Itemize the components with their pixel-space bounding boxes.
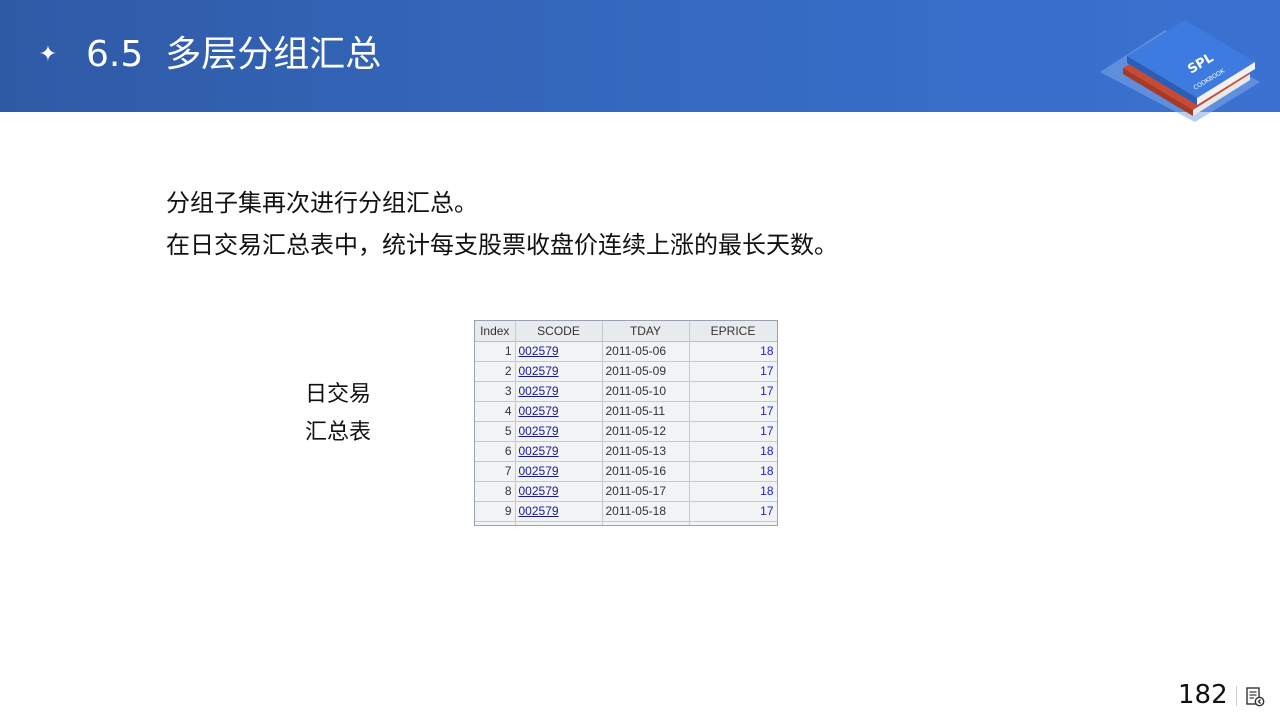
eprice-cell: 17 xyxy=(689,521,777,525)
scode-cell[interactable]: 002579 xyxy=(515,401,603,422)
row-index: 6 xyxy=(475,441,516,462)
tday-cell: 2011-05-16 xyxy=(602,461,690,482)
tday-cell: 2011-05-10 xyxy=(602,381,690,402)
section-number: 6.5 xyxy=(86,34,144,75)
scode-link[interactable]: 002579 xyxy=(519,484,559,498)
table-body: 1 002579 2011-05-06 18 2 002579 2011-05-09 17 3 0… xyxy=(475,341,777,525)
scode-cell[interactable]: 002579 xyxy=(515,361,603,382)
scode-cell[interactable]: 002579 xyxy=(515,501,603,522)
table-row[interactable]: 1 002579 2011-05-06 18 xyxy=(475,341,777,362)
eprice-cell: 17 xyxy=(689,421,777,442)
row-index: 5 xyxy=(475,421,516,442)
tday-cell: 2011-05-19 xyxy=(602,521,690,525)
eprice-cell: 18 xyxy=(689,481,777,502)
tday-cell: 2011-05-12 xyxy=(602,421,690,442)
scode-link[interactable]: 002579 xyxy=(519,364,559,378)
eprice-cell: 17 xyxy=(689,361,777,382)
table-row[interactable]: 10002579 2011-05-1917 xyxy=(475,521,777,525)
side-label-line-1: 日交易 xyxy=(305,382,372,407)
scode-link[interactable]: 002579 xyxy=(519,444,559,458)
eprice-cell: 18 xyxy=(689,341,777,362)
daily-trade-summary-table: Index SCODE TDAY EPRICE 1 002579 2011-05-0… xyxy=(474,320,778,526)
table-row[interactable]: 5 002579 2011-05-12 17 xyxy=(475,421,777,442)
footer-divider xyxy=(1236,686,1237,706)
column-header-eprice: EPRICE xyxy=(689,321,777,342)
side-label-line-2: 汇总表 xyxy=(305,420,372,445)
document-icon[interactable] xyxy=(1244,686,1266,708)
tday-cell: 2011-05-11 xyxy=(602,401,690,422)
page-title: 6.5 多层分组汇总 xyxy=(86,28,381,82)
scode-link[interactable]: 002579 xyxy=(519,464,559,478)
tday-cell: 2011-05-13 xyxy=(602,441,690,462)
scode-cell[interactable]: 002579 xyxy=(515,441,603,462)
table-header-row: Index SCODE TDAY EPRICE xyxy=(475,321,777,342)
scode-link[interactable]: 002579 xyxy=(519,504,559,518)
row-index: 7 xyxy=(475,461,516,482)
scode-link[interactable]: 002579 xyxy=(519,344,559,358)
page-number: 182 xyxy=(1178,680,1228,710)
scode-cell[interactable]: 002579 xyxy=(515,461,603,482)
tday-cell: 2011-05-06 xyxy=(602,341,690,362)
row-index: 4 xyxy=(475,401,516,422)
data-table: Index SCODE TDAY EPRICE 1 002579 2011-05-0… xyxy=(475,321,777,525)
table-row[interactable]: 9 002579 2011-05-18 17 xyxy=(475,501,777,522)
scode-link[interactable]: 002579 xyxy=(519,404,559,418)
row-index: 9 xyxy=(475,501,516,522)
star-icon: ✦ xyxy=(38,42,58,67)
table-row[interactable]: 6 002579 2011-05-13 18 xyxy=(475,441,777,462)
eprice-cell: 17 xyxy=(689,401,777,422)
scode-link[interactable]: 002579 xyxy=(519,424,559,438)
eprice-cell: 18 xyxy=(689,461,777,482)
row-index: 8 xyxy=(475,481,516,502)
scode-link[interactable]: 002579 xyxy=(519,524,559,525)
description: 分组子集再次进行分组汇总。 在日交易汇总表中，统计每支股票收盘价连续上涨的最长天… xyxy=(166,182,1066,266)
eprice-cell: 17 xyxy=(689,381,777,402)
eprice-cell: 18 xyxy=(689,441,777,462)
description-line-1: 分组子集再次进行分组汇总。 xyxy=(166,189,478,217)
table-row[interactable]: 4 002579 2011-05-11 17 xyxy=(475,401,777,422)
tday-cell: 2011-05-17 xyxy=(602,481,690,502)
row-index: 2 xyxy=(475,361,516,382)
eprice-cell: 17 xyxy=(689,501,777,522)
table-row[interactable]: 7 002579 2011-05-16 18 xyxy=(475,461,777,482)
spl-cookbook-logo-icon: SPL COOKBOOK xyxy=(1100,20,1260,122)
column-header-tday: TDAY xyxy=(602,321,690,342)
tday-cell: 2011-05-18 xyxy=(602,501,690,522)
table-row[interactable]: 3 002579 2011-05-10 17 xyxy=(475,381,777,402)
column-header-scode: SCODE xyxy=(515,321,603,342)
scode-link[interactable]: 002579 xyxy=(519,384,559,398)
row-index: 3 xyxy=(475,381,516,402)
tday-cell: 2011-05-09 xyxy=(602,361,690,382)
scode-cell[interactable]: 002579 xyxy=(515,381,603,402)
scode-cell[interactable]: 002579 xyxy=(515,481,603,502)
row-index: 1 xyxy=(475,341,516,362)
scode-cell[interactable]: 002579 xyxy=(515,521,603,525)
table-row[interactable]: 8 002579 2011-05-17 18 xyxy=(475,481,777,502)
row-index: 10 xyxy=(475,521,516,525)
table-row[interactable]: 2 002579 2011-05-09 17 xyxy=(475,361,777,382)
description-line-2: 在日交易汇总表中，统计每支股票收盘价连续上涨的最长天数。 xyxy=(166,231,838,259)
scode-cell[interactable]: 002579 xyxy=(515,421,603,442)
column-header-index: Index xyxy=(475,321,516,342)
header-banner: ✦ 6.5 多层分组汇总 SPL COOKBOOK xyxy=(0,0,1280,122)
section-title: 多层分组汇总 xyxy=(165,34,382,75)
table-side-label: 日交易 汇总表 xyxy=(305,376,395,452)
scode-cell[interactable]: 002579 xyxy=(515,341,603,362)
